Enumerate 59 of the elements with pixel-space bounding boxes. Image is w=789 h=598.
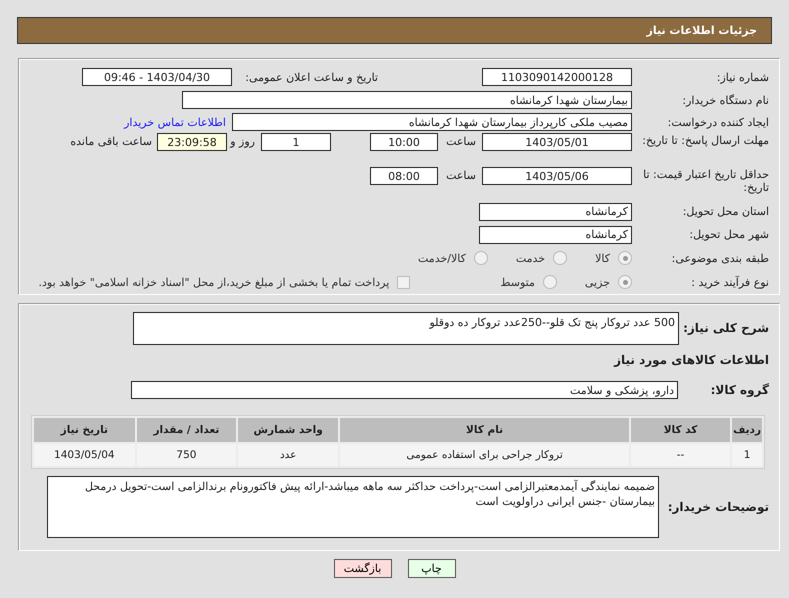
value-field: کرمانشاه — [479, 226, 632, 244]
column-header: نام کالا — [340, 418, 629, 442]
field-label: تاریخ و ساعت اعلان عمومی: — [244, 70, 378, 84]
column-header: کد کالا — [630, 418, 730, 442]
table-cell: 1 — [732, 444, 762, 466]
field-label: شرح کلی نیاز: — [682, 320, 770, 335]
column-header: ردیف — [732, 418, 762, 442]
column-header: تعداد / مقدار — [136, 418, 236, 442]
value-field: 1403/04/30 - 09:46 — [82, 68, 232, 86]
radio-button[interactable] — [474, 251, 488, 265]
value-field: 08:00 — [370, 167, 438, 185]
field-label: خدمت — [516, 252, 546, 264]
section-title: اطلاعات کالاهای مورد نیاز — [612, 352, 770, 369]
field-label: مهلت ارسال پاسخ: تا تاریخ: — [641, 133, 770, 147]
field-label: متوسط — [500, 276, 535, 288]
column-header: تاریخ نیاز — [34, 418, 135, 442]
text-area: 500 عدد تروکار پنج تک قلو--250عدد تروکار ده دوقلو — [133, 312, 679, 345]
field-label: شماره نیاز: — [716, 70, 770, 84]
radio-button[interactable] — [618, 251, 632, 265]
field-label: نام دستگاه خریدار: — [681, 94, 770, 106]
field-label: ساعت — [445, 168, 476, 184]
value-field: 1 — [261, 133, 331, 151]
radio-button[interactable] — [618, 275, 632, 289]
field-label: نوع فرآیند خرید : — [690, 276, 770, 288]
value-field: 1403/05/01 — [482, 133, 632, 151]
field-label: حداقل تاریخ اعتبار قیمت: تا تاریخ: — [642, 167, 770, 194]
value-field: کرمانشاه — [479, 202, 632, 220]
print-button[interactable]: چاپ — [408, 559, 456, 578]
field-label: شهر محل تحویل: — [688, 228, 770, 241]
field-label: جزیی — [584, 276, 610, 288]
contact-link[interactable]: اطلاعات تماس خریدار — [124, 116, 226, 128]
value-field: دارو، پزشکی و سلامت — [131, 381, 678, 399]
table-cell: تروکار جراحی برای استفاده عمومی — [340, 444, 629, 466]
value-field: بیمارستان شهدا کرمانشاه — [182, 91, 632, 109]
field-label: طبقه بندی موضوعی: — [670, 252, 770, 264]
table-cell: -- — [630, 444, 730, 466]
column-header: واحد شمارش — [238, 418, 338, 442]
field-label: توضیحات خریدار: — [666, 500, 770, 514]
field-label: ایجاد کننده درخواست: — [666, 116, 770, 128]
table-cell: 1403/05/04 — [34, 444, 135, 466]
value-field: 10:00 — [370, 133, 438, 151]
value-field: 23:09:58 — [157, 133, 227, 151]
back-button[interactable]: بازگشت — [334, 559, 392, 578]
field-label: ساعت باقی مانده — [70, 134, 152, 150]
radio-button[interactable] — [553, 251, 568, 265]
field-label: کالا — [595, 252, 610, 264]
value-field: 1403/05/06 — [482, 167, 632, 185]
table-cell: 750 — [136, 444, 236, 466]
page-title: جزئیات اطلاعات نیاز — [646, 24, 757, 37]
field-label: کالا/خدمت — [418, 252, 466, 264]
field-label: پرداخت تمام یا بخشی از مبلغ خرید،از محل "اسناد خزانه اسلامی" خواهد بود. — [38, 276, 390, 288]
value-field: مصیب ملکی کارپرداز بیمارستان شهدا کرمانشاه — [232, 113, 632, 131]
field-label: استان محل تحویل: — [682, 205, 770, 218]
table-cell: عدد — [238, 444, 338, 466]
text-area: ضمیمه نمایندگی آیمدمعتبرالزامی است-پرداخت حداکثر سه ماهه میباشد-ارائه پیش فاکتورونام برندالزامی است-تحویل درمحل بیمارستان -جنس ایرانی دراولویت است — [47, 476, 659, 538]
radio-button[interactable] — [542, 275, 557, 289]
value-field: 1103090142000128 — [482, 68, 632, 86]
checkbox[interactable] — [397, 276, 410, 288]
field-label: ساعت — [445, 134, 476, 150]
